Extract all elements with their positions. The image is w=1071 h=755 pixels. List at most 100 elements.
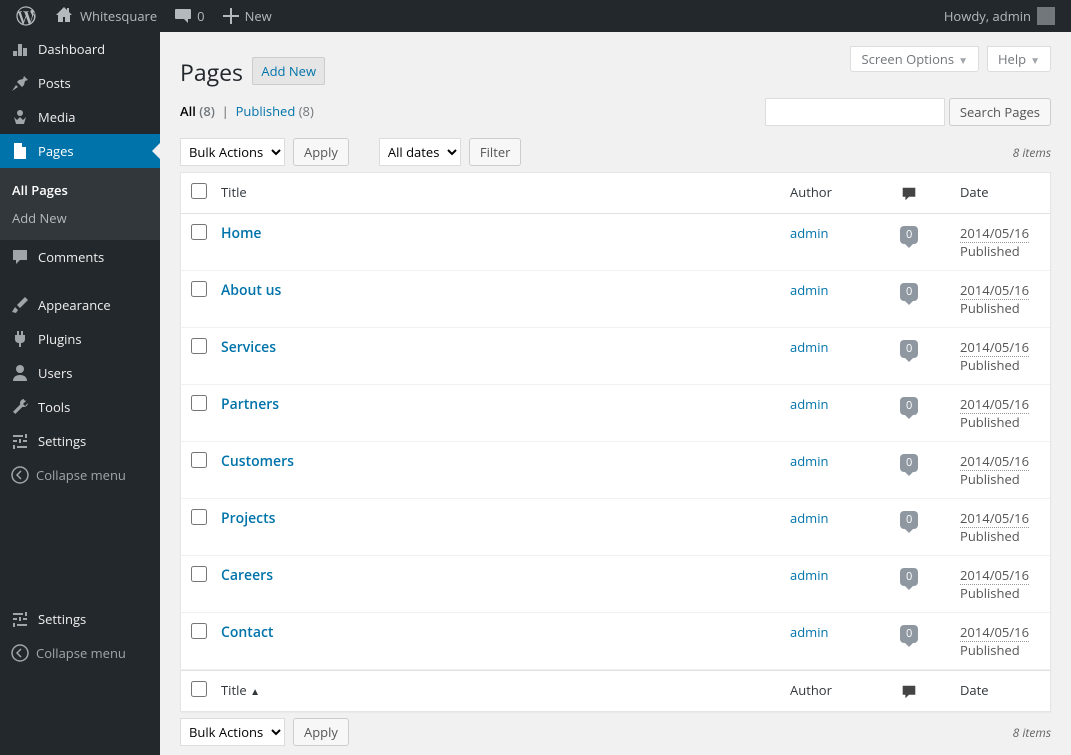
submenu-add-new[interactable]: Add New <box>0 204 160 232</box>
filter-button[interactable]: Filter <box>469 138 522 166</box>
dashboard-icon <box>10 39 30 59</box>
menu-settings[interactable]: Settings <box>0 424 160 458</box>
row-date: 2014/05/16 <box>960 224 1029 243</box>
row-checkbox[interactable] <box>191 338 207 354</box>
search-input[interactable] <box>765 98 945 126</box>
author-link[interactable]: admin <box>790 224 828 242</box>
menu-settings-dup[interactable]: Settings <box>0 602 160 636</box>
menu-tools-label: Tools <box>38 398 70 416</box>
menu-comments-label: Comments <box>38 248 104 266</box>
user-icon <box>10 363 30 383</box>
page-title-link[interactable]: Partners <box>221 395 279 414</box>
pages-table: Title Author Date Homeadmin02014/05/16Pu… <box>180 172 1051 712</box>
select-all-checkbox[interactable] <box>191 183 207 199</box>
page-title-link[interactable]: Home <box>221 224 262 243</box>
author-link[interactable]: admin <box>790 509 828 527</box>
th-date[interactable]: Date <box>950 173 1050 214</box>
row-checkbox[interactable] <box>191 224 207 240</box>
row-checkbox[interactable] <box>191 566 207 582</box>
help-button[interactable]: Help▼ <box>987 46 1051 72</box>
tf-title-label: Title <box>221 681 247 699</box>
page-title-link[interactable]: Careers <box>221 566 273 585</box>
comment-count-bubble[interactable]: 0 <box>900 397 918 415</box>
site-name-link[interactable]: Whitesquare <box>48 0 165 32</box>
comment-count-bubble[interactable]: 0 <box>900 340 918 358</box>
menu-comments[interactable]: Comments <box>0 240 160 274</box>
page-title: Pages <box>180 42 243 96</box>
select-all-checkbox-bottom[interactable] <box>191 681 207 697</box>
comment-count-bubble[interactable]: 0 <box>900 226 918 244</box>
bulk-actions-select-bottom[interactable]: Bulk Actions <box>180 718 285 746</box>
comments-link[interactable]: 0 <box>165 0 212 32</box>
wp-logo-menu[interactable] <box>8 0 48 32</box>
row-checkbox[interactable] <box>191 623 207 639</box>
account-link[interactable]: Howdy, admin <box>936 0 1063 32</box>
page-title-link[interactable]: Projects <box>221 509 275 528</box>
page-title-link[interactable]: Customers <box>221 452 294 471</box>
comment-icon <box>900 683 918 701</box>
collapse-menu-dup[interactable]: Collapse menu <box>0 636 160 670</box>
site-name-text: Whitesquare <box>80 7 157 25</box>
comment-icon <box>900 185 918 203</box>
comment-count-bubble[interactable]: 0 <box>900 625 918 643</box>
chevron-down-icon: ▼ <box>958 53 968 67</box>
tf-date[interactable]: Date <box>950 670 1050 711</box>
menu-plugins[interactable]: Plugins <box>0 322 160 356</box>
new-label: New <box>245 7 272 25</box>
screen-options-button[interactable]: Screen Options▼ <box>850 46 979 72</box>
author-link[interactable]: admin <box>790 566 828 584</box>
plug-icon <box>10 329 30 349</box>
tf-author[interactable]: Author <box>780 670 890 711</box>
author-link[interactable]: admin <box>790 338 828 356</box>
bulk-actions-select[interactable]: Bulk Actions <box>180 138 285 166</box>
th-title[interactable]: Title <box>211 173 780 214</box>
author-link[interactable]: admin <box>790 452 828 470</box>
row-checkbox[interactable] <box>191 452 207 468</box>
table-row: Careersadmin02014/05/16Published <box>181 556 1050 613</box>
menu-appearance[interactable]: Appearance <box>0 288 160 322</box>
filter-published[interactable]: Published (8) <box>236 102 314 120</box>
page-title-link[interactable]: Contact <box>221 623 273 642</box>
table-row: Contactadmin02014/05/16Published <box>181 613 1050 670</box>
row-checkbox[interactable] <box>191 509 207 525</box>
filter-all-label: All <box>180 102 196 120</box>
tf-title[interactable]: Title ▲ <box>211 670 780 711</box>
submenu-all-pages[interactable]: All Pages <box>0 176 160 204</box>
comment-count-bubble[interactable]: 0 <box>900 568 918 586</box>
collapse-dup-label: Collapse menu <box>36 644 126 662</box>
author-link[interactable]: admin <box>790 395 828 413</box>
new-content-link[interactable]: New <box>213 0 280 32</box>
admin-top-bar: Whitesquare 0 New Howdy, admin <box>0 0 1071 32</box>
wordpress-icon <box>16 6 36 26</box>
menu-posts-label: Posts <box>38 74 71 92</box>
comment-count-bubble[interactable]: 0 <box>900 283 918 301</box>
comment-count-bubble[interactable]: 0 <box>900 511 918 529</box>
collapse-label: Collapse menu <box>36 466 126 484</box>
author-link[interactable]: admin <box>790 623 828 641</box>
author-link[interactable]: admin <box>790 281 828 299</box>
menu-users[interactable]: Users <box>0 356 160 390</box>
filter-all[interactable]: All (8) <box>180 102 215 120</box>
menu-dashboard[interactable]: Dashboard <box>0 32 160 66</box>
row-checkbox[interactable] <box>191 281 207 297</box>
sliders-icon <box>10 431 30 451</box>
apply-button-bottom[interactable]: Apply <box>293 718 349 746</box>
menu-tools[interactable]: Tools <box>0 390 160 424</box>
page-title-link[interactable]: About us <box>221 281 281 300</box>
page-title-link[interactable]: Services <box>221 338 276 357</box>
search-pages-button[interactable]: Search Pages <box>949 98 1051 126</box>
menu-media[interactable]: Media <box>0 100 160 134</box>
th-author[interactable]: Author <box>780 173 890 214</box>
apply-button[interactable]: Apply <box>293 138 349 166</box>
collapse-menu[interactable]: Collapse menu <box>0 458 160 492</box>
menu-posts[interactable]: Posts <box>0 66 160 100</box>
menu-pages[interactable]: Pages <box>0 134 160 168</box>
row-date: 2014/05/16 <box>960 338 1029 357</box>
date-filter-select[interactable]: All dates <box>379 138 461 166</box>
add-new-button[interactable]: Add New <box>252 57 325 85</box>
row-checkbox[interactable] <box>191 395 207 411</box>
comment-count-bubble[interactable]: 0 <box>900 454 918 472</box>
tf-comments[interactable] <box>890 670 950 711</box>
plus-icon <box>221 6 241 26</box>
th-comments[interactable] <box>890 173 950 214</box>
